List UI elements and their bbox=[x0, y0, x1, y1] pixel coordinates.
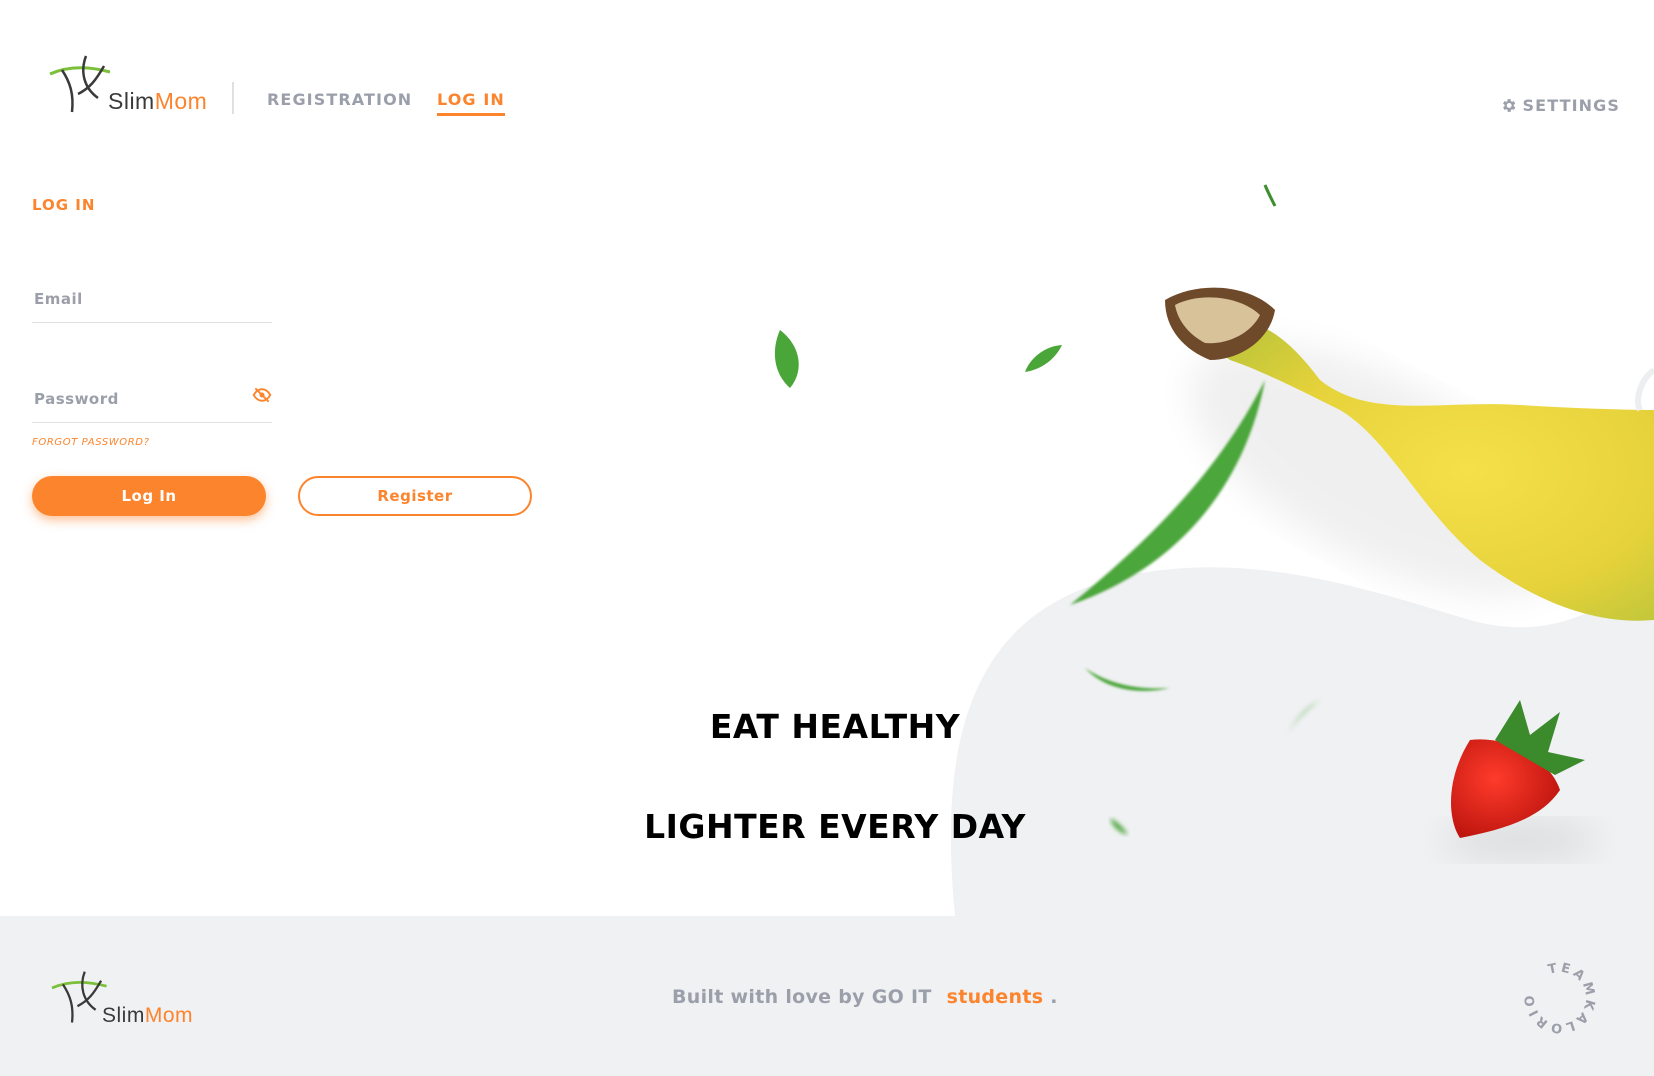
logo-text: SlimMom bbox=[108, 88, 208, 114]
footer-period: . bbox=[1050, 986, 1058, 1008]
password-field[interactable] bbox=[32, 379, 272, 419]
footer-students-link[interactable]: students bbox=[947, 986, 1044, 1008]
slogan-line-2: LIGHTER EVERY DAY bbox=[644, 807, 1026, 846]
register-button[interactable]: Register bbox=[298, 476, 532, 516]
logo[interactable]: SlimMom bbox=[48, 52, 218, 118]
header: SlimMom REGISTRATION LOG IN SETTINGS bbox=[0, 0, 1654, 160]
settings-label: SETTINGS bbox=[1522, 96, 1620, 115]
slogan-line-1: EAT HEALTHY bbox=[709, 707, 961, 746]
footer-logo[interactable]: SlimMom bbox=[50, 968, 210, 1034]
nav-login-link[interactable]: LOG IN bbox=[437, 90, 505, 116]
password-field-wrapper bbox=[32, 379, 272, 423]
footer-credit: Built with love by GO IT students . bbox=[672, 986, 1058, 1008]
logo-divider bbox=[232, 82, 234, 114]
team-badge-icon[interactable]: TEAMKALORIO bbox=[1520, 958, 1600, 1038]
email-field[interactable] bbox=[32, 279, 272, 319]
form-title: LOG IN bbox=[32, 196, 96, 214]
footer-built-with: Built with love by GO IT bbox=[672, 986, 932, 1008]
gear-icon bbox=[1502, 99, 1515, 112]
login-button[interactable]: Log In bbox=[32, 476, 266, 516]
email-field-wrapper bbox=[32, 279, 272, 323]
team-name: TEAMKALORIO bbox=[1523, 961, 1595, 1036]
eye-off-icon[interactable] bbox=[252, 385, 272, 405]
footer: SlimMom Built with love by GO IT student… bbox=[0, 916, 1654, 1076]
nav-registration-link[interactable]: REGISTRATION bbox=[267, 90, 412, 109]
footer-logo-text: SlimMom bbox=[102, 1004, 194, 1027]
strawberry-image bbox=[1440, 700, 1600, 860]
banana-image bbox=[1165, 287, 1654, 621]
svg-text:TEAMKALORIO: TEAMKALORIO bbox=[1523, 961, 1598, 1036]
forgot-password-link[interactable]: FORGOT PASSWORD? bbox=[32, 437, 150, 448]
settings-button[interactable]: SETTINGS bbox=[1500, 96, 1620, 115]
